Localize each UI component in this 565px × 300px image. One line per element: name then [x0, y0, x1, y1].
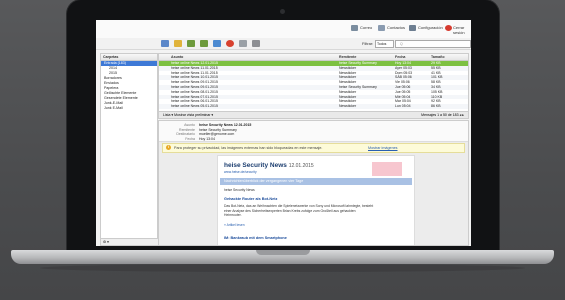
message-list: Asunto Remitente Fecha Tamaño heise onli…: [158, 53, 469, 119]
newsletter-title: heise Security News 12.01.2015: [224, 162, 314, 169]
newsletter-url[interactable]: www.heise.de/security: [224, 170, 257, 174]
logout-icon[interactable]: [445, 25, 452, 31]
message-date: Lun 05:04: [395, 104, 411, 109]
top-link-mail[interactable]: Correo: [360, 25, 372, 30]
newsletter-banner: Nachrichtenüberblick der vergangenen vie…: [220, 178, 412, 185]
header-value-subject: heise Security News 12.01.2015: [199, 123, 252, 127]
forward-icon[interactable]: [213, 40, 221, 47]
column-from[interactable]: Remitente: [339, 54, 356, 60]
article-heading-2[interactable]: IM: Bankraub mit dem Smartphone: [224, 236, 287, 240]
privacy-notice-text: Para proteger su privacidad, las imágene…: [174, 146, 323, 150]
read-article-link[interactable]: » Artikel lesen: [224, 223, 245, 227]
show-images-link[interactable]: Mostrar imágenes: [368, 144, 398, 152]
newsletter-date: 12.01.2015: [288, 163, 314, 169]
header-value-to[interactable]: mueller@genome.com: [199, 132, 234, 136]
laptop-base: [11, 250, 554, 264]
newsletter-name: heise Security News: [224, 162, 287, 169]
header-value-date: Hoy 13:04: [199, 136, 215, 141]
column-size[interactable]: Tamaño: [431, 54, 445, 60]
reply-icon[interactable]: [187, 40, 195, 47]
privacy-notice: i Para proteger su privacidad, las imáge…: [162, 143, 465, 153]
article-heading-1[interactable]: Gehackte Router als Bot-Netz: [224, 197, 277, 201]
info-icon: i: [166, 145, 171, 150]
camera-icon: [280, 9, 285, 14]
pagination[interactable]: Mensajes 1 a 50 de 183 ◂ ▸: [421, 112, 464, 118]
mail-body: heise Security News 12.01.2015 www.heise…: [217, 155, 415, 245]
message-list-footer: Lista ▾ Mostrar vista preliminar ▾ Mensa…: [159, 111, 468, 118]
filter-label: Filtrar:: [362, 41, 374, 46]
newsletter-intro: heise Security News: [224, 188, 255, 192]
article-text-1: Das Bot-Netz, das an Weihnachten die Spi…: [224, 204, 374, 217]
mail-icon[interactable]: [351, 25, 358, 31]
folder-list: Entrada (183) 2014 2015 Borradores Enviados P…: [101, 61, 157, 111]
table-row[interactable]: heise online News 05.01.2015 Newsticker Lu…: [159, 104, 468, 109]
laptop-shadow: [40, 264, 525, 272]
message-size: 86 KB: [431, 104, 441, 109]
delete-icon[interactable]: [226, 40, 234, 47]
header-value-from[interactable]: heise Security Summary: [199, 128, 237, 132]
column-subject[interactable]: Asunto: [171, 54, 183, 60]
top-bar: Correo Contactos Configuración Cerrar se…: [96, 20, 471, 39]
message-from: Newsticker: [339, 104, 357, 109]
app-screen: Correo Contactos Configuración Cerrar se…: [96, 20, 471, 246]
top-link-settings[interactable]: Configuración: [418, 25, 443, 30]
top-link-contacts[interactable]: Contactos: [387, 25, 405, 30]
folder-sidebar: Carpetas Entrada (183) 2014 2015 Borradores…: [100, 53, 159, 246]
list-view-options[interactable]: Lista ▾ Mostrar vista preliminar ▾: [163, 112, 213, 118]
toolbar: Filtrar: Todos Q: [96, 38, 471, 50]
compose-icon[interactable]: [174, 40, 182, 47]
sidebar-title: Carpetas: [101, 54, 157, 61]
message-rows: heise online News 12.01.2015 heise Securi…: [159, 61, 468, 109]
message-subject: heise online News 05.01.2015: [171, 104, 218, 109]
sidebar-footer[interactable]: ⚙ ▾: [101, 238, 159, 245]
filter-select[interactable]: Todos: [375, 40, 394, 48]
column-date[interactable]: Fecha: [395, 54, 405, 60]
header-label-from: Remitente: [179, 127, 195, 132]
laptop-notch: [256, 250, 310, 255]
header-label-subject: Asunto: [184, 123, 195, 127]
header-label-to: Destinatario: [176, 132, 195, 136]
top-link-logout[interactable]: Cerrar sesión: [453, 25, 471, 35]
blocked-image: [372, 162, 402, 176]
contacts-icon[interactable]: [378, 25, 385, 31]
get-mail-icon[interactable]: [161, 40, 169, 47]
settings-icon[interactable]: [409, 25, 416, 31]
mark-icon[interactable]: [239, 40, 247, 47]
message-preview: Asunto heise Security News 12.01.2015 Re…: [158, 120, 469, 246]
preview-header: Asunto heise Security News 12.01.2015 Re…: [159, 121, 468, 142]
sidebar-item[interactable]: Junk E-Mail: [101, 106, 157, 111]
search-input[interactable]: Q: [395, 40, 471, 48]
more-icon[interactable]: [252, 40, 260, 47]
reply-all-icon[interactable]: [200, 40, 208, 47]
message-list-header: Asunto Remitente Fecha Tamaño: [159, 54, 468, 61]
header-label-date: Fecha: [185, 136, 195, 141]
